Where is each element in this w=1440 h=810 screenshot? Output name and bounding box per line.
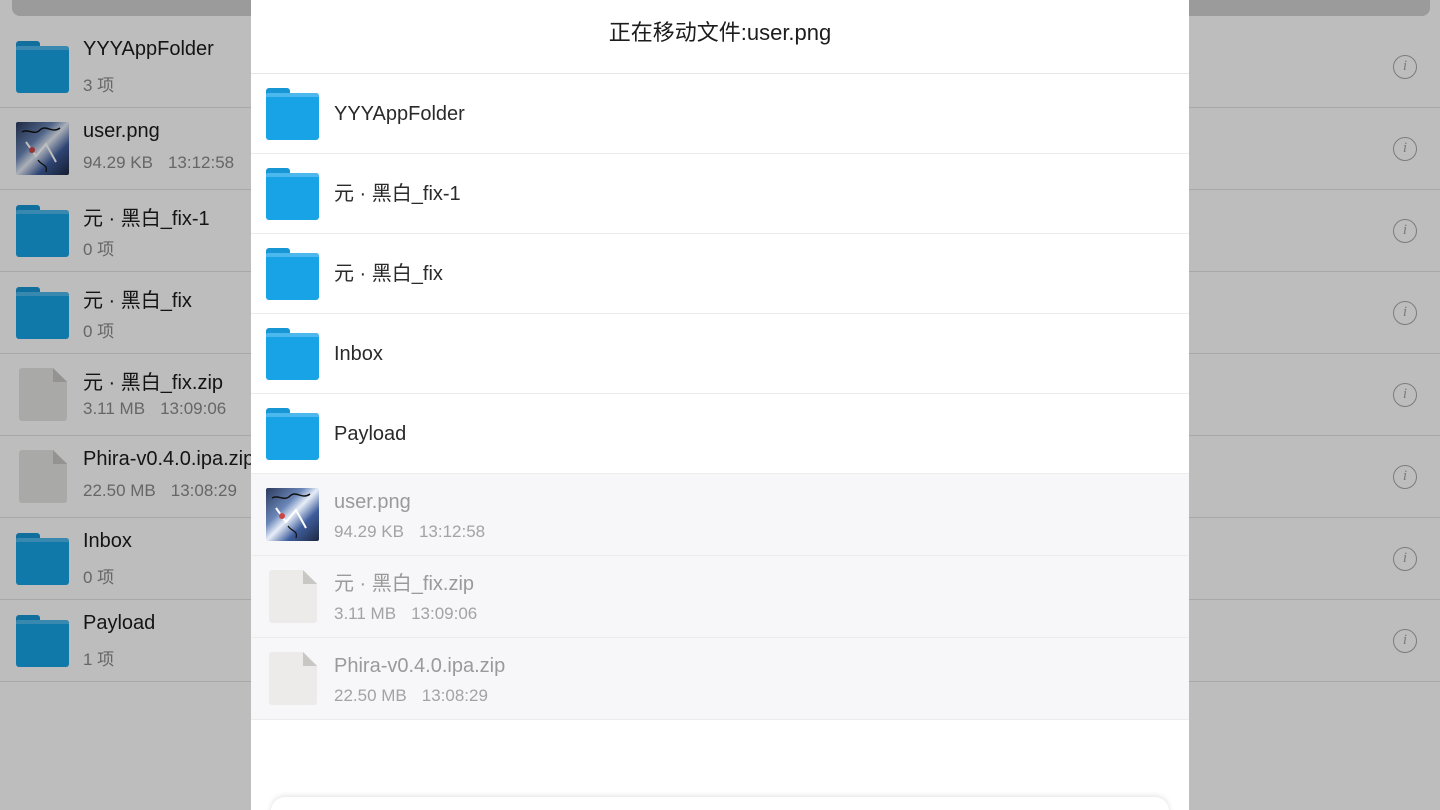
folder-name: YYYAppFolder [334, 103, 465, 125]
document-icon [266, 570, 317, 623]
folder-name: Inbox [334, 343, 383, 365]
folder-icon [266, 327, 319, 380]
disabled-file-row: user.png 94.29 KB 13:12:58 [251, 474, 1189, 556]
folder-name: 元 · 黑白_fix [334, 263, 443, 285]
destination-folder-payload[interactable]: Payload [251, 394, 1189, 474]
file-name: user.png [334, 491, 411, 513]
folder-name: 元 · 黑白_fix-1 [334, 183, 461, 205]
file-name: 元 · 黑白_fix.zip [334, 573, 475, 595]
file-meta: 3.11 MB 13:09:06 [334, 604, 478, 623]
folder-icon [266, 407, 319, 460]
dialog-title: 正在移动文件:user.png [251, 0, 1189, 74]
bottom-action-sheet[interactable] [271, 797, 1169, 810]
document-icon [266, 652, 317, 705]
folder-name: Payload [334, 423, 407, 445]
destination-folder-yyyappfolder[interactable]: YYYAppFolder [251, 74, 1189, 154]
file-meta: 94.29 KB 13:12:58 [334, 522, 486, 541]
folder-icon [266, 167, 319, 220]
disabled-file-row: Phira-v0.4.0.ipa.zip 22.50 MB 13:08:29 [251, 638, 1189, 720]
file-meta: 22.50 MB 13:08:29 [334, 686, 488, 705]
destination-folder-inbox[interactable]: Inbox [251, 314, 1189, 394]
image-thumbnail [266, 488, 319, 541]
move-file-dialog: 正在移动文件:user.png YYYAppFolder 元 · 黑白_fix-… [251, 0, 1189, 810]
destination-folder-fix-1[interactable]: 元 · 黑白_fix-1 [251, 154, 1189, 234]
folder-icon [266, 247, 319, 300]
disabled-file-row: 元 · 黑白_fix.zip 3.11 MB 13:09:06 [251, 556, 1189, 638]
destination-folder-fix[interactable]: 元 · 黑白_fix [251, 234, 1189, 314]
folder-icon [266, 87, 319, 140]
file-name: Phira-v0.4.0.ipa.zip [334, 655, 506, 677]
